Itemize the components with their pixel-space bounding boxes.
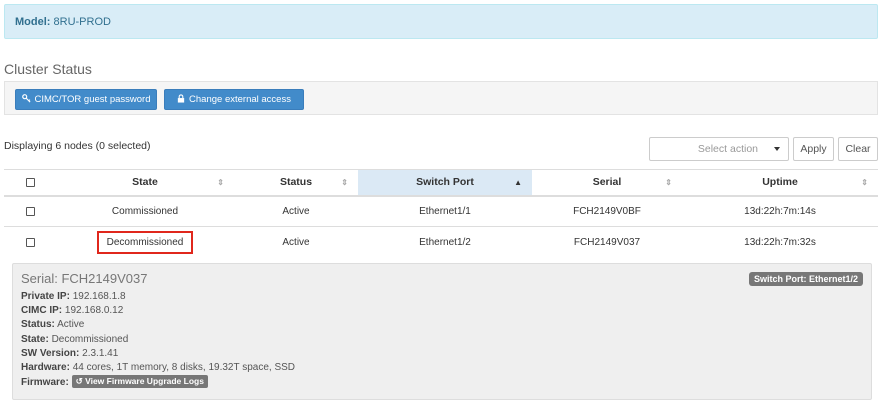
table-header-row: State ⇕ Status ⇕ Switch Port ▲ Serial ⇕ … [4,169,878,197]
field-label: SW Version: [21,347,80,359]
uptime-cell: 13d:22h:7m:14s [682,195,878,227]
field-value: 44 cores, 1T memory, 8 disks, 19.32T spa… [72,362,296,374]
column-header-uptime[interactable]: Uptime ⇕ [682,169,878,197]
detail-fields: Private IP: 192.168.1.8 CIMC IP: 192.168… [21,290,295,390]
guest-password-label: CIMC/TOR guest password [34,94,151,105]
sort-ascending-icon: ▲ [514,178,522,187]
field-value: Decommissioned [51,333,129,345]
column-header-serial[interactable]: Serial ⇕ [532,169,682,197]
history-icon: ↺ [75,376,83,387]
sort-icon: ⇕ [341,178,348,187]
field-label: Hardware: [21,362,70,374]
clear-button[interactable]: Clear [838,137,878,161]
row-select-cell [4,195,56,227]
field-label: CIMC IP: [21,305,63,317]
select-all-cell [4,169,56,197]
apply-button[interactable]: Apply [793,137,834,161]
table-row[interactable]: Commissioned Active Ethernet1/1 FCH2149V… [4,195,878,227]
detail-state: State: Decommissioned [21,333,295,347]
field-value: 192.168.0.12 [64,305,124,317]
detail-hardware: Hardware: 44 cores, 1T memory, 8 disks, … [21,361,295,375]
table-row[interactable]: Decommissioned Active Ethernet1/2 FCH214… [4,226,878,258]
field-value: 2.3.1.41 [82,347,119,359]
serial-cell: FCH2149V0BF [532,195,682,227]
field-label: Firmware: [21,377,69,389]
change-external-access-button[interactable]: Change external access [164,89,304,110]
row-checkbox[interactable] [25,206,35,216]
select-action-placeholder: Select action [697,143,758,155]
sort-icon: ⇕ [217,178,224,187]
row-checkbox[interactable] [25,237,35,247]
detail-serial: Serial: FCH2149V037 [21,271,148,286]
sort-icon: ⇕ [665,178,672,187]
model-banner: Model: 8RU-PROD [4,4,878,39]
model-label: Model: [15,16,51,28]
detail-cimc-ip: CIMC IP: 192.168.0.12 [21,304,295,318]
column-header-label: Serial [592,176,622,189]
cluster-actions-panel: CIMC/TOR guest password Change external … [4,81,878,115]
view-firmware-logs-button[interactable]: ↺ View Firmware Upgrade Logs [71,375,208,389]
switch-port-cell: Ethernet1/1 [358,195,532,227]
column-header-state[interactable]: State ⇕ [56,169,234,197]
change-external-access-label: Change external access [189,94,291,105]
nodes-table: State ⇕ Status ⇕ Switch Port ▲ Serial ⇕ … [4,169,878,258]
state-cell: Decommissioned [56,226,234,258]
status-cell: Active [234,195,358,227]
select-action-dropdown[interactable]: Select action [649,137,789,161]
field-value: 192.168.1.8 [72,291,126,302]
detail-sw-version: SW Version: 2.3.1.41 [21,347,295,361]
cluster-status-title: Cluster Status [4,61,92,77]
select-all-checkbox[interactable] [25,177,35,187]
model-value: 8RU-PROD [53,16,111,28]
chevron-down-icon [774,147,780,151]
column-header-label: Status [279,176,313,189]
sort-icon: ⇕ [861,178,868,187]
detail-firmware: Firmware: ↺ View Firmware Upgrade Logs [21,375,295,390]
node-detail-panel: Serial: FCH2149V037 Switch Port: Etherne… [12,263,872,400]
state-cell: Commissioned [56,195,234,227]
column-header-label: State [132,176,158,189]
column-header-switch-port[interactable]: Switch Port ▲ [358,169,532,197]
switch-port-cell: Ethernet1/2 [358,226,532,258]
guest-password-button[interactable]: CIMC/TOR guest password [15,89,157,110]
field-label: Status: [21,319,55,331]
uptime-cell: 13d:22h:7m:32s [682,226,878,258]
serial-cell: FCH2149V037 [532,226,682,258]
status-cell: Active [234,226,358,258]
row-select-cell [4,226,56,258]
field-value: Active [57,319,85,331]
detail-status: Status: Active [21,318,295,332]
node-count-text: Displaying 6 nodes (0 selected) [4,140,151,152]
view-firmware-logs-label: View Firmware Upgrade Logs [85,376,204,387]
highlighted-state: Decommissioned [96,230,194,254]
switch-port-badge: Switch Port: Ethernet1/2 [748,272,863,286]
key-icon [21,94,31,105]
field-label: Private IP: [21,291,70,302]
column-header-label: Switch Port [416,176,474,189]
column-header-label: Uptime [762,176,798,189]
field-label: State: [21,333,49,345]
lock-icon [177,94,185,105]
detail-private-ip: Private IP: 192.168.1.8 [21,290,295,304]
column-header-status[interactable]: Status ⇕ [234,169,358,197]
